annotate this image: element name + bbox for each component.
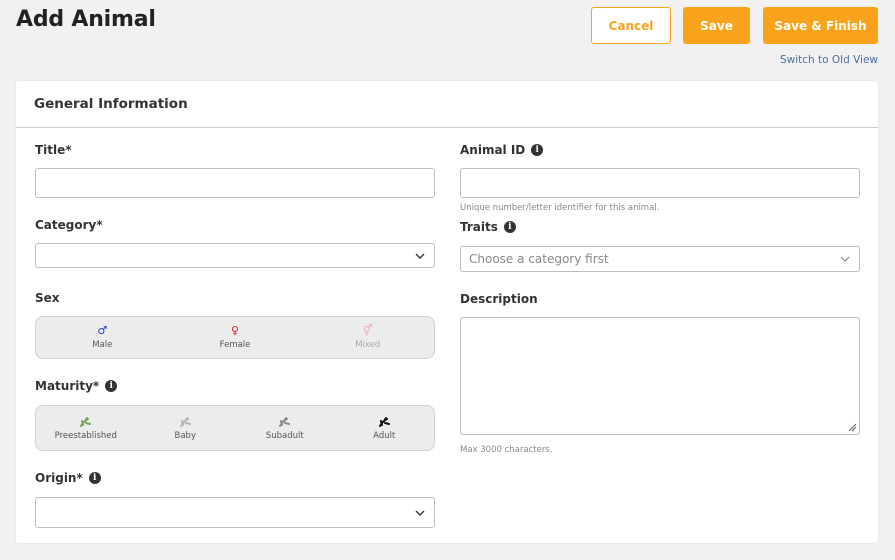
cancel-button[interactable]: Cancel (591, 7, 671, 44)
maturity-label-text: Maturity* (35, 379, 100, 393)
info-icon[interactable]: i (503, 221, 516, 233)
maturity-label: Maturity* i (35, 379, 118, 393)
description-hint: Max 3000 characters. (460, 445, 553, 455)
switch-to-old-view-link[interactable]: Switch to Old View (780, 54, 878, 66)
traits-placeholder: Choose a category first (469, 252, 609, 266)
animal-id-label: Animal ID i (460, 143, 544, 157)
traits-label-text: Traits (460, 220, 498, 234)
traits-select[interactable]: Choose a category first (460, 246, 860, 272)
maturity-option-subadult[interactable]: Subadult (235, 406, 335, 450)
maturity-option-label: Preestablished (54, 430, 117, 441)
chevron-down-icon (415, 253, 425, 259)
sex-option-mixed[interactable]: ⚥ Mixed (301, 317, 434, 358)
sex-label-text: Sex (35, 291, 60, 305)
sex-label: Sex (35, 291, 60, 305)
maturity-selector: Preestablished Baby Subadult Adult (35, 405, 435, 451)
maturity-option-adult[interactable]: Adult (335, 406, 435, 450)
origin-select[interactable] (35, 497, 435, 528)
traits-label: Traits i (460, 220, 516, 234)
title-input[interactable] (35, 168, 435, 198)
baby-icon (179, 416, 191, 427)
sex-option-label: Female (219, 340, 251, 350)
save-and-finish-button[interactable]: Save & Finish (763, 7, 878, 44)
category-select[interactable] (35, 243, 435, 268)
origin-label-text: Origin* (35, 471, 83, 485)
maturity-option-label: Baby (174, 430, 196, 441)
maturity-option-preestablished[interactable]: Preestablished (36, 406, 136, 450)
category-label: Category* (35, 218, 103, 232)
sex-option-female[interactable]: ♀ Female (169, 317, 302, 358)
save-button[interactable]: Save (683, 7, 750, 44)
maturity-option-label: Adult (373, 430, 396, 441)
info-icon[interactable]: i (105, 380, 118, 392)
description-label: Description (460, 292, 538, 306)
female-icon: ♀ (230, 324, 240, 337)
general-information-card: General Information Title* Category* Sex… (16, 81, 878, 543)
title-label-text: Title* (35, 143, 72, 157)
card-header: General Information (16, 81, 878, 128)
chevron-down-icon (415, 510, 425, 516)
adult-icon (378, 416, 390, 427)
mixed-icon: ⚥ (362, 324, 373, 337)
origin-label: Origin* i (35, 471, 101, 485)
male-icon: ♂ (97, 324, 108, 337)
description-textarea[interactable] (460, 317, 860, 435)
maturity-option-baby[interactable]: Baby (136, 406, 236, 450)
description-label-text: Description (460, 292, 538, 306)
section-title: General Information (34, 96, 188, 112)
sex-selector: ♂ Male ♀ Female ⚥ Mixed (35, 316, 435, 359)
title-label: Title* (35, 143, 72, 157)
info-icon[interactable]: i (88, 472, 101, 484)
category-label-text: Category* (35, 218, 103, 232)
maturity-option-label: Subadult (265, 430, 304, 441)
info-icon[interactable]: i (531, 144, 544, 156)
chevron-down-icon (840, 256, 850, 262)
preestablished-icon (80, 416, 92, 427)
sex-option-male[interactable]: ♂ Male (36, 317, 169, 358)
resize-handle-icon[interactable] (848, 423, 857, 432)
page-title: Add Animal (16, 7, 156, 32)
animal-id-hint: Unique number/letter identifier for this… (460, 203, 660, 213)
sex-option-label: Mixed (355, 340, 381, 350)
animal-id-input[interactable] (460, 168, 860, 198)
subadult-icon (279, 416, 291, 427)
sex-option-label: Male (92, 340, 113, 350)
animal-id-label-text: Animal ID (460, 143, 526, 157)
